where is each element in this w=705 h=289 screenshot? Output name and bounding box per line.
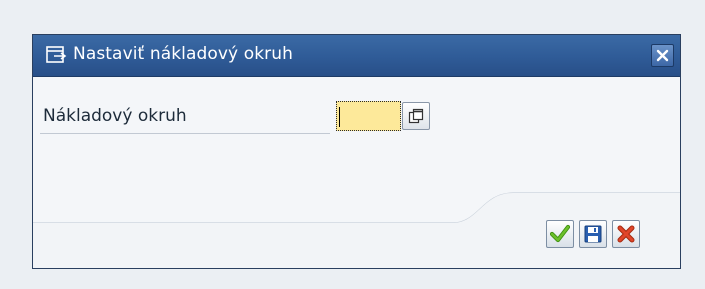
value-help-button[interactable] [402,102,430,130]
save-button[interactable] [579,220,607,248]
checkmark-icon [550,224,570,243]
label-underline [40,133,330,134]
text-cursor [339,107,340,127]
set-controlling-area-dialog: Nastaviť nákladový okruh Nákladový okruh [32,34,681,269]
value-help-icon [408,108,424,124]
close-icon [656,49,669,62]
dialog-titlebar[interactable]: Nastaviť nákladový okruh [33,35,680,77]
confirm-button[interactable] [546,220,574,248]
window-enter-icon [45,45,67,65]
cancel-x-icon [617,225,635,243]
cancel-button[interactable] [612,220,640,248]
close-button[interactable] [651,44,674,67]
controlling-area-label: Nákladový okruh [43,106,187,126]
dialog-title: Nastaviť nákladový okruh [73,44,294,64]
save-icon [584,225,602,243]
form-row-controlling-area: Nákladový okruh [33,76,680,134]
footer-separator [33,192,680,223]
controlling-area-input[interactable] [336,101,401,131]
